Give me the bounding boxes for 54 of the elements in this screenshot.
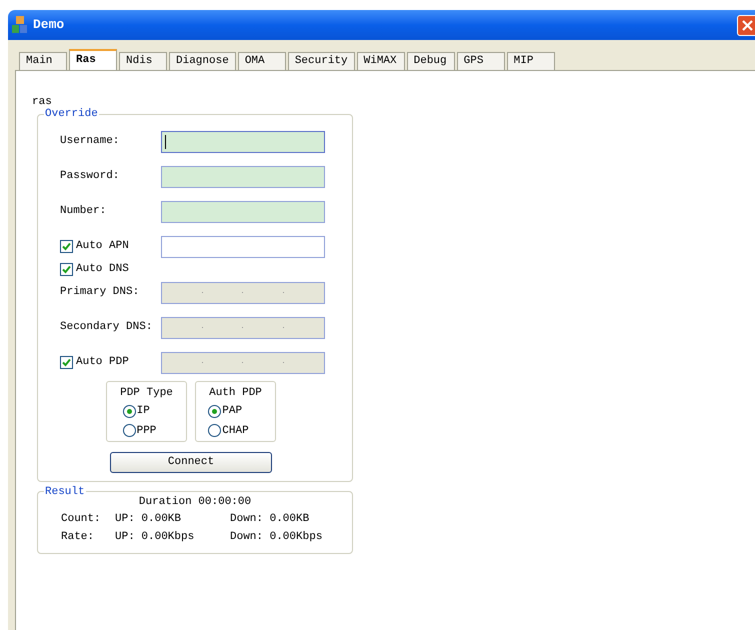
radio-label: IP: [136, 404, 150, 419]
app-icon: [12, 16, 28, 34]
radio-button[interactable]: [122, 424, 136, 438]
group-title: Result: [44, 484, 86, 500]
radio-label: PAP: [222, 404, 242, 419]
tab[interactable]: OMA: [238, 52, 286, 70]
ip-address-field[interactable]: [161, 316, 325, 338]
checkbox-label: Auto DNS: [76, 262, 129, 278]
tab[interactable]: Ndis: [119, 52, 167, 70]
tab[interactable]: Diagnose: [169, 52, 236, 70]
stat-label: Rate:: [61, 530, 96, 546]
duration-text: Duration 00:00:00: [138, 495, 252, 510]
field-label: Primary DNS:: [60, 286, 140, 298]
tab[interactable]: MIP: [506, 52, 555, 70]
upload-value: UP: 0.00KB: [115, 512, 182, 528]
stat-label: Count:: [61, 512, 102, 528]
close-button[interactable]: [737, 14, 755, 36]
text-field[interactable]: [161, 236, 325, 258]
text-cursor-icon: [165, 134, 166, 148]
text-field[interactable]: [161, 130, 325, 152]
field-label: Username:: [60, 135, 120, 148]
field-label: Number:: [60, 205, 106, 218]
tab[interactable]: Main: [19, 52, 67, 70]
download-value: Down: 0.00KB: [230, 512, 310, 528]
radio-label: PPP: [136, 424, 156, 438]
group-title: PDP Type: [120, 386, 173, 400]
checkbox-label: Auto PDP: [76, 355, 129, 370]
checkbox[interactable]: [60, 356, 73, 369]
upload-value: UP: 0.00Kbps: [115, 530, 196, 546]
field-label: Secondary DNS:: [60, 321, 152, 334]
group-title: Auth PDP: [209, 386, 262, 400]
tab[interactable]: Debug: [406, 52, 455, 70]
radio-button[interactable]: [208, 424, 222, 438]
group-title: Override: [44, 107, 99, 122]
radio-button[interactable]: [208, 404, 222, 418]
ip-address-field[interactable]: [161, 352, 325, 374]
field-label: Password:: [60, 170, 120, 182]
tab[interactable]: WiMAX: [356, 52, 405, 70]
tab[interactable]: Ras: [69, 49, 117, 70]
window-title: Demo: [33, 16, 64, 34]
page-heading: ras: [32, 96, 53, 108]
checkbox-label: Auto APN: [76, 239, 129, 254]
ip-address-field[interactable]: [161, 282, 325, 304]
text-field[interactable]: [161, 166, 325, 188]
radio-label: CHAP: [222, 424, 249, 438]
radio-button[interactable]: [122, 404, 136, 418]
tab[interactable]: GPS: [456, 52, 505, 70]
text-field[interactable]: [161, 200, 325, 222]
checkbox[interactable]: [60, 263, 73, 276]
checkbox[interactable]: [60, 240, 73, 253]
tab[interactable]: Security: [288, 52, 355, 70]
connect-button[interactable]: Connect: [110, 452, 272, 472]
download-value: Down: 0.00Kbps: [230, 530, 322, 546]
close-icon: [742, 20, 753, 30]
